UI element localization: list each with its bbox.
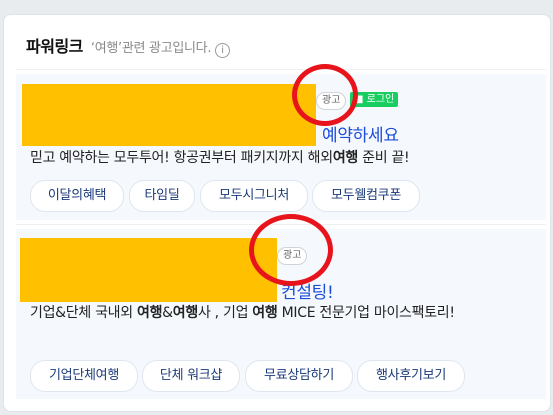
- ad-chip[interactable]: 모두웰컴쿠폰: [312, 180, 420, 212]
- section-title: 파워링크: [26, 37, 83, 56]
- ad-chip[interactable]: 기업단체여행: [30, 360, 138, 392]
- login-badge-label: 로그인: [366, 94, 395, 105]
- login-badge[interactable]: ■ 로그인: [350, 92, 399, 107]
- ad-chip[interactable]: 이달의혜택: [30, 180, 124, 212]
- ad-divider: [16, 224, 546, 225]
- redaction-mask: [22, 84, 316, 146]
- ad-description: 기업&단체 국내외 여행&여행사 , 기업 여행 MICE 전문기업 마이스팩토…: [30, 305, 455, 321]
- ad-badge: 광고: [277, 247, 308, 265]
- ad-title-link[interactable]: 컨설팅!: [281, 278, 334, 303]
- powerlink-header: 파워링크 ‘여행’관련 광고입니다. i: [26, 33, 231, 58]
- ad-chip[interactable]: 단체 워크샵: [142, 360, 240, 392]
- section-subtitle: ‘여행’관련 광고입니다.: [90, 41, 212, 56]
- login-icon: ■: [354, 94, 364, 105]
- info-icon[interactable]: i: [215, 43, 231, 58]
- redaction-mask: [20, 238, 277, 302]
- ad-chip[interactable]: 모두시그니처: [200, 180, 308, 212]
- ad-chip[interactable]: 행사후기보기: [357, 360, 465, 392]
- ad-chip[interactable]: 무료상담하기: [245, 360, 353, 392]
- ad-badge: 광고: [316, 92, 347, 110]
- ad-title-link[interactable]: 예약하세요: [322, 121, 399, 146]
- ad-chip[interactable]: 타임딜: [129, 180, 195, 212]
- header-divider: [16, 69, 546, 70]
- ad-description: 믿고 예약하는 모두투어! 항공권부터 패키지까지 해외여행 준비 끝!: [30, 150, 410, 166]
